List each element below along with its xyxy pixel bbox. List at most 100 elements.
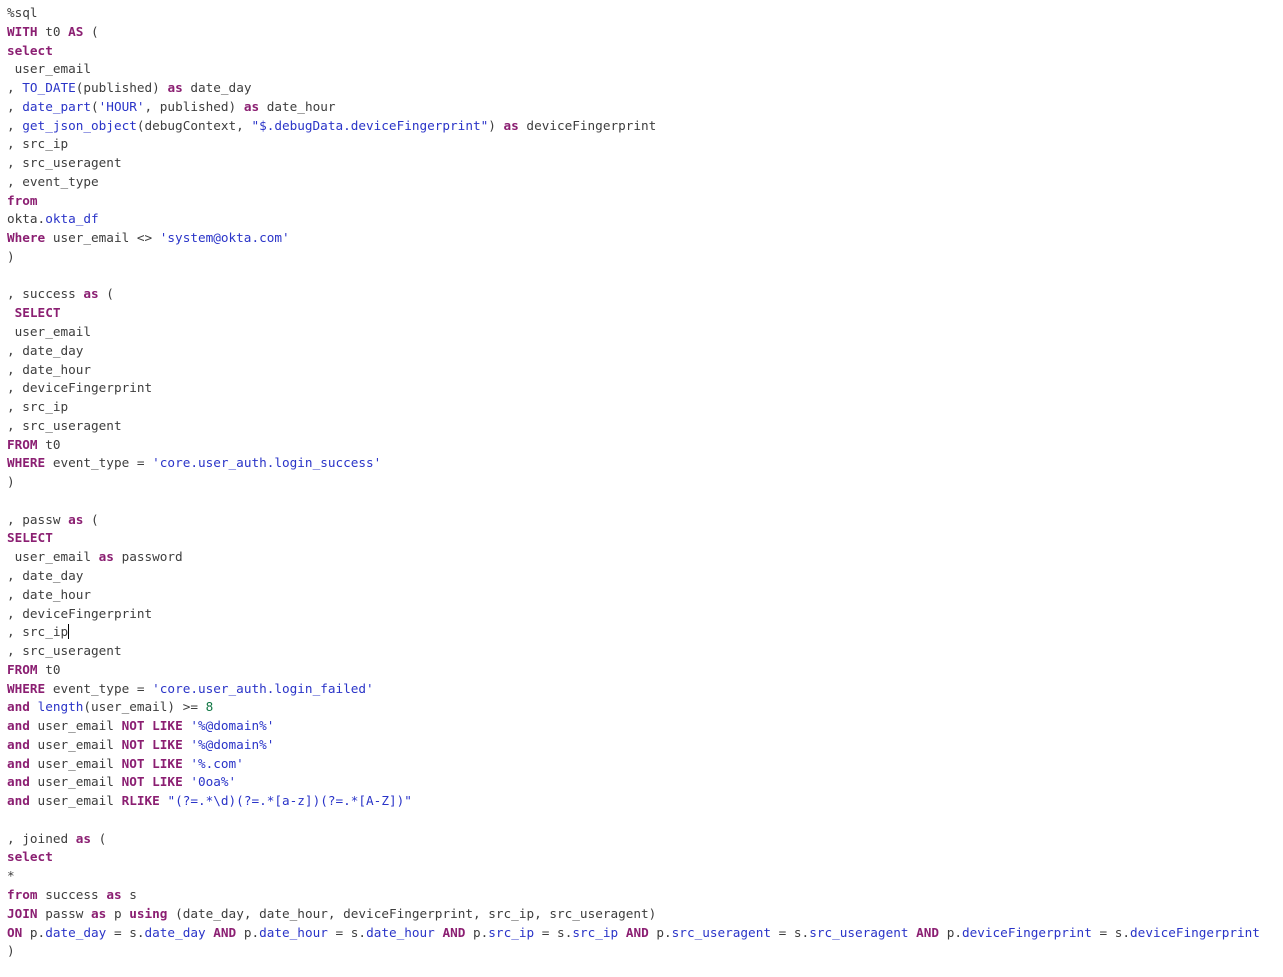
sql-keyword: select: [7, 849, 53, 865]
sql-keyword: and: [7, 755, 30, 771]
code-line[interactable]: select: [7, 848, 1283, 867]
sql-identifier: date_hour: [259, 924, 328, 940]
sql-identifier: length: [37, 699, 84, 715]
code-line[interactable]: , deviceFingerprint: [7, 379, 1283, 398]
code-line[interactable]: ): [7, 473, 1283, 492]
sql-code-editor[interactable]: %sql WITH t0 AS (select user_email, TO_DA…: [7, 4, 1283, 961]
sql-text: passw: [37, 905, 92, 921]
sql-text: ): [7, 248, 15, 264]
code-line[interactable]: ): [7, 248, 1283, 267]
code-line[interactable]: *: [7, 867, 1283, 886]
sql-keyword: and: [7, 736, 30, 752]
code-line[interactable]: WHERE event_type = 'core.user_auth.login…: [7, 454, 1283, 473]
sql-keyword: FROM: [7, 436, 38, 452]
code-line[interactable]: , success as (: [7, 285, 1283, 304]
code-line[interactable]: [7, 811, 1283, 830]
sql-text: password: [113, 549, 183, 565]
code-line[interactable]: , deviceFingerprint: [7, 605, 1283, 624]
code-line[interactable]: and length(user_email) >= 8: [7, 698, 1283, 717]
code-line[interactable]: user_email as password: [7, 548, 1283, 567]
sql-string: '0oa%': [190, 774, 237, 790]
code-line[interactable]: WHERE event_type = 'core.user_auth.login…: [7, 680, 1283, 699]
code-line[interactable]: , src_useragent: [7, 642, 1283, 661]
sql-string: "$.debugData.deviceFingerprint": [251, 117, 489, 133]
sql-text: (debugContext,: [136, 117, 252, 133]
sql-keyword: using: [129, 905, 168, 921]
sql-text: t0: [37, 661, 61, 677]
code-line[interactable]: user_email: [7, 323, 1283, 342]
code-line[interactable]: , passw as (: [7, 511, 1283, 530]
sql-keyword: as: [68, 511, 84, 527]
code-line[interactable]: , event_type: [7, 173, 1283, 192]
code-line[interactable]: FROM t0: [7, 436, 1283, 455]
code-line[interactable]: SELECT: [7, 304, 1283, 323]
sql-text: user_email: [29, 718, 122, 734]
code-line[interactable]: , src_ip: [7, 398, 1283, 417]
code-line[interactable]: [7, 492, 1283, 511]
sql-text: p.: [236, 924, 260, 940]
code-line[interactable]: from: [7, 192, 1283, 211]
code-line[interactable]: [7, 267, 1283, 286]
code-line[interactable]: , get_json_object(debugContext, "$.debug…: [7, 117, 1283, 136]
code-line[interactable]: JOIN passw as p using (date_day, date_ho…: [7, 905, 1283, 924]
sql-keyword: AND: [625, 924, 649, 940]
code-line[interactable]: and user_email NOT LIKE '%@domain%': [7, 736, 1283, 755]
code-line[interactable]: okta.okta_df: [7, 210, 1283, 229]
code-line[interactable]: and user_email RLIKE "(?=.*\d)(?=.*[a-z]…: [7, 792, 1283, 811]
code-line[interactable]: FROM t0: [7, 661, 1283, 680]
sql-text: okta.: [7, 211, 46, 227]
sql-text: date_hour: [259, 98, 336, 114]
sql-keyword: Where: [7, 230, 46, 246]
code-line[interactable]: , date_part('HOUR', published) as date_h…: [7, 98, 1283, 117]
sql-text: ,: [7, 117, 23, 133]
code-line[interactable]: , joined as (: [7, 830, 1283, 849]
code-line[interactable]: ): [7, 942, 1283, 961]
code-line[interactable]: select: [7, 42, 1283, 61]
code-line[interactable]: SELECT: [7, 529, 1283, 548]
sql-keyword: SELECT: [7, 530, 53, 546]
code-line[interactable]: , date_day: [7, 342, 1283, 361]
code-line[interactable]: WITH t0 AS (: [7, 23, 1283, 42]
sql-text: p.: [465, 924, 489, 940]
sql-identifier: src_useragent: [671, 924, 771, 940]
code-line[interactable]: , TO_DATE(published) as date_day: [7, 79, 1283, 98]
code-line[interactable]: and user_email NOT LIKE '%.com': [7, 755, 1283, 774]
sql-keyword: NOT LIKE: [121, 718, 183, 734]
sql-text: , src_ip: [7, 399, 69, 415]
code-line[interactable]: %sql: [7, 4, 1283, 23]
sql-identifier: src_useragent: [809, 924, 909, 940]
sql-keyword: NOT LIKE: [121, 755, 183, 771]
code-line[interactable]: , src_ip: [7, 135, 1283, 154]
sql-keyword: FROM: [7, 661, 38, 677]
sql-string: 'system@okta.com': [159, 230, 290, 246]
code-line[interactable]: ON p.date_day = s.date_day AND p.date_ho…: [7, 924, 1283, 943]
sql-text: user_email: [29, 774, 122, 790]
code-line[interactable]: , src_useragent: [7, 417, 1283, 436]
code-line[interactable]: user_email: [7, 60, 1283, 79]
sql-text: , date_hour: [7, 586, 92, 602]
sql-text: t0: [37, 436, 61, 452]
sql-keyword: AND: [442, 924, 466, 940]
sql-text: ,: [7, 98, 23, 114]
code-line[interactable]: , date_day: [7, 567, 1283, 586]
sql-keyword: as: [503, 117, 519, 133]
sql-text: user_email: [29, 755, 122, 771]
code-line[interactable]: from success as s: [7, 886, 1283, 905]
sql-text: user_email: [7, 61, 92, 77]
sql-keyword: AS: [68, 23, 84, 39]
sql-identifier: okta_df: [45, 211, 99, 227]
sql-text: ): [7, 474, 15, 490]
sql-identifier: date_day: [144, 924, 206, 940]
code-line[interactable]: , date_hour: [7, 586, 1283, 605]
code-line[interactable]: , src_useragent: [7, 154, 1283, 173]
sql-text: (date_day, date_hour, deviceFingerprint,…: [167, 905, 657, 921]
sql-identifier: src_ip: [488, 924, 535, 940]
code-line[interactable]: and user_email NOT LIKE '0oa%': [7, 773, 1283, 792]
code-line[interactable]: and user_email NOT LIKE '%@domain%': [7, 717, 1283, 736]
code-line[interactable]: , date_hour: [7, 361, 1283, 380]
code-line[interactable]: , src_ip: [7, 623, 1283, 642]
sql-text: event_type =: [45, 680, 153, 696]
sql-keyword: as: [243, 98, 260, 114]
code-line[interactable]: Where user_email <> 'system@okta.com': [7, 229, 1283, 248]
